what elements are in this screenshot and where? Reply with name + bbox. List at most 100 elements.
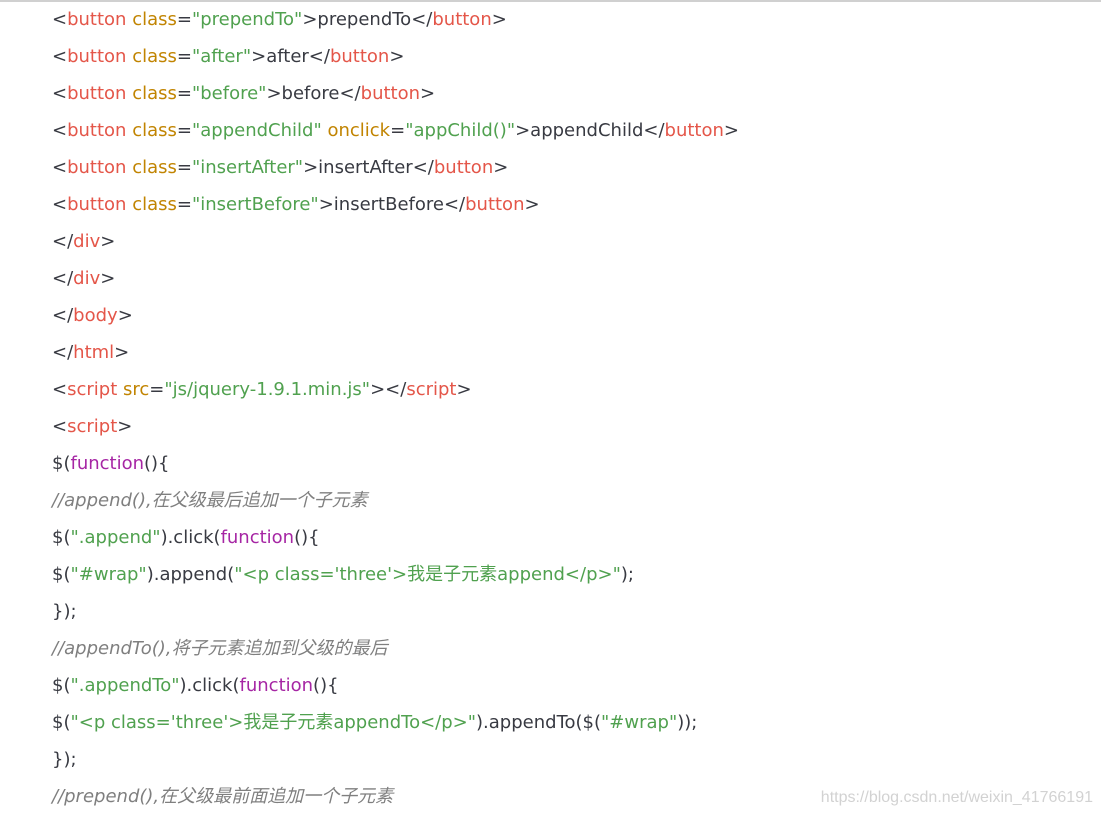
code-token: button [433,157,494,178]
code-line: <script> [52,408,739,445]
code-token: "<p class='three'>我是子元素append</p>" [234,564,621,585]
code-token: = [176,120,192,141]
code-token: </ [52,342,74,363]
code-line: <script src="js/jquery-1.9.1.min.js"></s… [52,371,739,408]
code-token: div [73,231,101,252]
code-token: </ [52,305,74,326]
code-token: > [420,83,436,104]
code-line: <button class="before">before</button> [52,75,739,112]
code-line: </div> [52,260,739,297]
code-token: class [126,46,177,67]
code-token: < [52,9,68,30]
code-token: > [100,231,116,252]
code-token: //appendTo(),将子元素追加到父级的最后 [52,638,388,659]
code-line: <button class="prependTo">prependTo</but… [52,1,739,38]
code-line: </html> [52,334,739,371]
code-token: < [52,416,68,437]
code-token: $( [52,712,71,733]
code-token: button [664,120,724,141]
code-token: $( [52,453,71,474]
code-token: > [117,305,133,326]
code-line: </div> [52,223,739,260]
code-token: >appendChild</ [515,120,665,141]
code-token: class [126,83,177,104]
code-token: </ [52,231,74,252]
code-token: < [52,46,68,67]
code-line: }); [52,593,739,630]
code-token: </ [52,268,74,289]
code-token: button [67,194,127,215]
code-token: "insertAfter" [191,157,304,178]
code-token: button [360,83,421,104]
code-token: class [126,157,177,178]
code-token: function [70,453,145,474]
code-token: > [723,120,739,141]
code-token: >before</ [266,83,361,104]
code-token: onclick [321,120,391,141]
code-token: (){ [313,675,339,696]
code-token: script [406,379,457,400]
code-token: button [67,46,127,67]
code-token: < [52,194,68,215]
code-token: = [176,83,192,104]
code-token: (){ [294,527,320,548]
code-token: >insertBefore</ [318,194,466,215]
watermark: https://blog.csdn.net/weixin_41766191 [820,789,1093,806]
code-token: script [67,379,118,400]
code-token: button [67,157,127,178]
code-token: > [491,9,507,30]
code-token: > [456,379,472,400]
code-token: > [114,342,130,363]
code-line: $("<p class='three'>我是子元素appendTo</p>").… [52,704,739,741]
code-token: button [465,194,525,215]
code-token: class [126,9,177,30]
code-token: function [220,527,295,548]
code-token: > [117,416,133,437]
code-line: <button class="after">after</button> [52,38,739,75]
code-token: ).click( [160,527,221,548]
code-token: "#wrap" [601,712,678,733]
code-token: "prependTo" [191,9,303,30]
code-token: div [73,268,101,289]
code-token: "appChild()" [405,120,516,141]
code-token: > [389,46,405,67]
code-token: ).click( [179,675,240,696]
code-line: $(".append").click(function(){ [52,519,739,556]
code-line: <button class="appendChild" onclick="app… [52,112,739,149]
code-token: >after</ [251,46,330,67]
code-token: }); [52,601,77,622]
code-token: = [176,157,192,178]
code-token: "before" [191,83,267,104]
code-token: "insertBefore" [191,194,319,215]
code-token: ></ [370,379,407,400]
code-token: "<p class='three'>我是子元素appendTo</p>" [70,712,477,733]
code-block: <button class="prependTo">prependTo</but… [52,1,739,815]
code-token: (){ [144,453,170,474]
code-token: button [67,120,127,141]
code-token: ".append" [70,527,161,548]
code-token: "js/jquery-1.9.1.min.js" [164,379,371,400]
code-token: script [67,416,118,437]
code-token: )); [677,712,698,733]
code-token: $( [52,564,71,585]
code-token: //prepend(),在父级最前面追加一个子元素 [52,786,394,807]
code-token: "after" [191,46,252,67]
code-line: <button class="insertBefore">insertBefor… [52,186,739,223]
code-token: button [432,9,492,30]
code-token: = [149,379,165,400]
code-token: > [524,194,540,215]
code-token: = [176,9,192,30]
code-token: class [126,194,177,215]
code-token: button [329,46,390,67]
code-token: "#wrap" [70,564,147,585]
code-line: //prepend(),在父级最前面追加一个子元素 [52,778,739,815]
code-line: //appendTo(),将子元素追加到父级的最后 [52,630,739,667]
code-token: function [239,675,314,696]
code-token: = [390,120,406,141]
code-token: = [176,46,192,67]
code-token: < [52,83,68,104]
code-token: body [73,305,118,326]
code-token: $( [52,675,71,696]
code-token: ).append( [146,564,235,585]
code-line: $("#wrap").append("<p class='three'>我是子元… [52,556,739,593]
